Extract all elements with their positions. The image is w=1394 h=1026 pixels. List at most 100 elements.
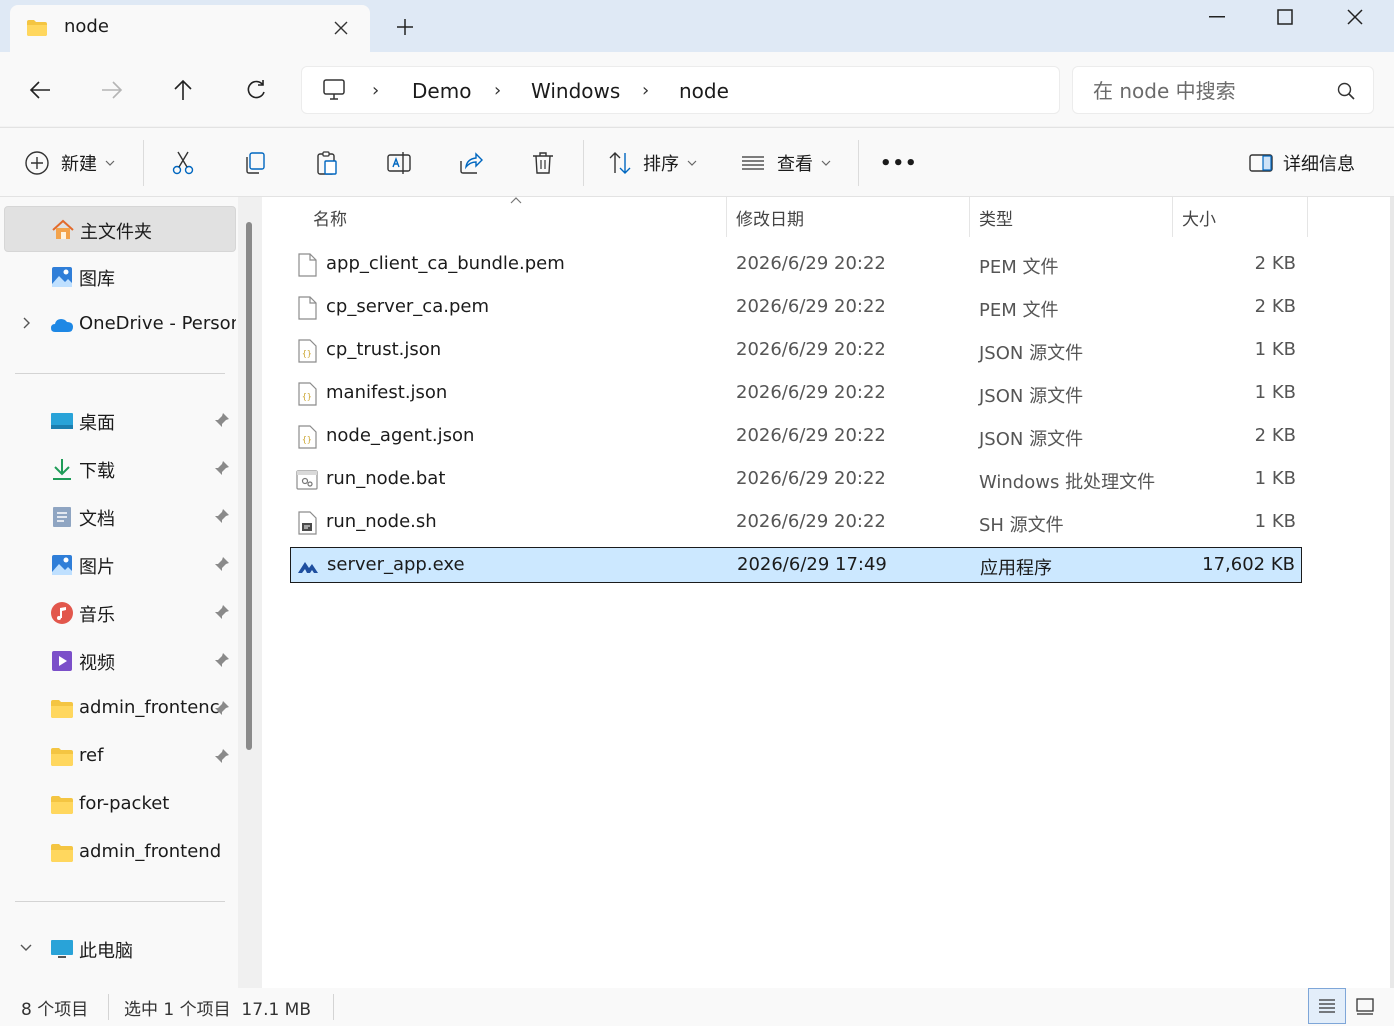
column-separator[interactable] — [1307, 197, 1308, 237]
column-header-name[interactable]: 名称 — [313, 205, 347, 230]
forward-button[interactable] — [92, 72, 132, 108]
file-type: JSON 源文件 — [979, 343, 1084, 364]
arrow-right-icon — [102, 81, 123, 99]
minimize-button[interactable] — [1182, 0, 1252, 34]
sidebar-item-this-pc[interactable]: 此电脑 — [4, 926, 236, 972]
refresh-button[interactable] — [236, 72, 276, 108]
table-row[interactable]: run_node.bat 2026/6/29 20:22 Windows 批处理… — [290, 462, 1302, 498]
command-bar: 新建 排序 查看 ••• 详细信息 — [0, 127, 1394, 197]
title-bar: node — [0, 0, 1394, 52]
sidebar-item-music[interactable]: 音乐 — [4, 590, 236, 636]
details-pane-button[interactable]: 详细信息 — [1248, 146, 1355, 180]
file-date: 2026/6/29 20:22 — [736, 253, 886, 274]
separator — [143, 140, 144, 186]
separator — [858, 140, 859, 186]
details-view-button[interactable] — [1308, 988, 1346, 1024]
chevron-down-icon — [821, 160, 831, 166]
paste-button[interactable] — [314, 146, 340, 180]
svg-text:{}: {} — [302, 392, 312, 401]
view-button[interactable]: 查看 — [740, 146, 831, 180]
new-tab-button[interactable] — [390, 12, 420, 42]
sidebar-item-admin-frontenc[interactable]: admin_frontenc — [4, 686, 236, 732]
table-row[interactable]: {} node_agent.json 2026/6/29 20:22 JSON … — [290, 419, 1302, 455]
close-tab-button[interactable] — [326, 13, 356, 43]
delete-button[interactable] — [530, 146, 556, 180]
file-list-scrollbar-track[interactable] — [1390, 197, 1394, 988]
tiles-view-button[interactable] — [1346, 988, 1384, 1024]
file-size: 1 KB — [1254, 468, 1296, 489]
file-name: cp_server_ca.pem — [326, 296, 489, 317]
up-button[interactable] — [163, 72, 203, 108]
breadcrumb-demo[interactable]: Demo — [412, 79, 471, 103]
file-size: 2 KB — [1254, 253, 1296, 274]
sidebar-item-label: 音乐 — [79, 605, 115, 626]
sidebar-item-gallery[interactable]: 图库 — [4, 254, 236, 300]
rename-button[interactable] — [386, 146, 412, 180]
tiles-view-icon — [1356, 998, 1374, 1015]
sidebar-item-desktop[interactable]: 桌面 — [4, 398, 236, 444]
file-date: 2026/6/29 17:49 — [737, 554, 887, 575]
file-name: manifest.json — [326, 382, 448, 403]
pin-icon — [215, 749, 229, 763]
file-date: 2026/6/29 20:22 — [736, 382, 886, 403]
sidebar-item-ref[interactable]: ref — [4, 734, 236, 780]
sidebar-item-admin-frontend[interactable]: admin_frontend — [4, 830, 236, 876]
address-bar[interactable]: › Demo › Windows › node — [301, 66, 1060, 114]
close-icon — [334, 21, 348, 35]
table-row[interactable]: cp_server_ca.pem 2026/6/29 20:22 PEM 文件 … — [290, 290, 1302, 326]
share-button[interactable] — [458, 146, 484, 180]
sidebar-item-downloads[interactable]: 下载 — [4, 446, 236, 492]
maximize-icon — [1277, 9, 1293, 25]
file-date: 2026/6/29 20:22 — [736, 339, 886, 360]
copy-button[interactable] — [242, 146, 268, 180]
navigation-bar: › Demo › Windows › node — [0, 52, 1394, 126]
list-view-icon — [742, 156, 764, 170]
column-header-size[interactable]: 大小 — [1182, 205, 1216, 230]
close-window-button[interactable] — [1320, 0, 1390, 34]
column-header-date[interactable]: 修改日期 — [736, 205, 804, 230]
new-button[interactable]: 新建 — [24, 146, 115, 180]
folder-icon — [51, 700, 73, 718]
table-row[interactable]: app_client_ca_bundle.pem 2026/6/29 20:22… — [290, 247, 1302, 283]
column-separator[interactable] — [726, 197, 727, 237]
folder-icon — [27, 20, 47, 36]
table-row[interactable]: {} cp_trust.json 2026/6/29 20:22 JSON 源文… — [290, 333, 1302, 369]
more-options-button[interactable]: ••• — [880, 146, 918, 180]
file-name: run_node.bat — [326, 468, 446, 489]
sidebar-item-label: admin_frontenc — [79, 697, 220, 718]
sidebar-item-label: ref — [79, 745, 104, 766]
sort-ascending-icon — [510, 197, 522, 204]
cut-button[interactable] — [170, 146, 196, 180]
table-row-selected[interactable]: server_app.exe 2026/6/29 17:49 应用程序 17,6… — [290, 547, 1302, 583]
sidebar-scrollbar-thumb[interactable] — [246, 222, 252, 750]
table-row[interactable]: {} manifest.json 2026/6/29 20:22 JSON 源文… — [290, 376, 1302, 412]
navigation-pane: 主文件夹 图库 OneDrive - Person 桌面 下载 文档 图片 音乐… — [0, 197, 250, 988]
sidebar-item-label: for-packet — [79, 793, 170, 814]
breadcrumb-node[interactable]: node — [679, 79, 729, 103]
sort-label: 排序 — [643, 154, 679, 175]
tab-node[interactable]: node — [10, 5, 370, 52]
sidebar-item-for-packet[interactable]: for-packet — [4, 782, 236, 828]
file-icon — [298, 253, 317, 277]
sidebar-item-home[interactable]: 主文件夹 — [4, 206, 236, 252]
back-button[interactable] — [20, 72, 60, 108]
column-separator[interactable] — [969, 197, 970, 237]
sidebar-item-documents[interactable]: 文档 — [4, 494, 236, 540]
sort-icon — [609, 152, 631, 174]
close-icon — [1347, 9, 1363, 25]
pin-icon — [215, 653, 229, 667]
sidebar-item-videos[interactable]: 视频 — [4, 638, 236, 684]
divider — [15, 373, 225, 374]
sidebar-item-onedrive[interactable]: OneDrive - Person — [4, 302, 236, 348]
breadcrumb-windows[interactable]: Windows — [531, 79, 620, 103]
sort-button[interactable]: 排序 — [607, 146, 697, 180]
search-icon — [1337, 82, 1355, 100]
column-header-type[interactable]: 类型 — [979, 205, 1013, 230]
table-row[interactable]: run_node.sh 2026/6/29 20:22 SH 源文件 1 KB — [290, 505, 1302, 541]
sidebar-item-pictures[interactable]: 图片 — [4, 542, 236, 588]
new-label: 新建 — [61, 154, 97, 175]
search-input[interactable] — [1093, 78, 1333, 104]
column-separator[interactable] — [1172, 197, 1173, 237]
maximize-button[interactable] — [1250, 0, 1320, 34]
pc-icon — [323, 79, 345, 100]
